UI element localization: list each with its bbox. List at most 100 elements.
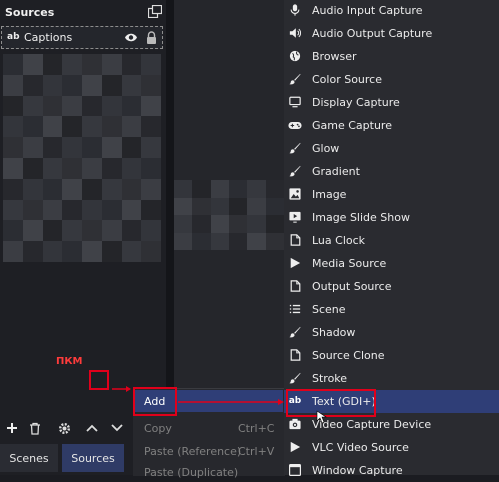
pixel-block <box>62 199 82 221</box>
submenu-item-scene[interactable]: Scene <box>284 298 499 321</box>
source-properties-button[interactable] <box>55 418 73 438</box>
pixel-block <box>121 199 142 221</box>
pixel-block <box>101 220 122 242</box>
lock-icon[interactable] <box>146 31 157 44</box>
move-down-button[interactable] <box>108 418 126 438</box>
plus-icon <box>7 423 17 433</box>
brush-icon <box>288 371 302 385</box>
pixel-block <box>265 215 284 233</box>
submenu-item-source-clone[interactable]: Source Clone <box>284 344 499 367</box>
pixel-block <box>42 199 63 221</box>
submenu-item-vlc-video-source[interactable]: VLC Video Source <box>284 436 499 459</box>
brush-icon <box>288 72 302 86</box>
remove-source-button[interactable] <box>26 418 44 438</box>
submenu-item-browser[interactable]: Browser <box>284 45 499 68</box>
pixel-block <box>121 54 142 75</box>
pixel-block <box>121 157 142 179</box>
tab-scenes[interactable]: Scenes <box>0 444 58 472</box>
submenu-item-audio-output-capture[interactable]: Audio Output Capture <box>284 22 499 45</box>
pixel-block <box>101 178 122 200</box>
context-copy[interactable]: Copy <box>144 422 172 435</box>
pixel-block <box>121 137 142 158</box>
submenu-item-audio-input-capture[interactable]: Audio Input Capture <box>284 0 499 22</box>
pixel-block <box>82 74 102 96</box>
pixel-block <box>141 116 161 138</box>
submenu-item-label: Color Source <box>312 73 382 86</box>
pixel-block <box>192 180 211 198</box>
pixel-block <box>22 54 43 75</box>
pixel-block <box>141 74 161 96</box>
pixel-block <box>82 54 102 75</box>
pixel-block <box>82 199 102 221</box>
pixel-block <box>210 215 229 233</box>
pixel-block <box>42 137 63 158</box>
pixel-block <box>192 197 211 215</box>
pixel-block <box>101 137 122 158</box>
pixel-block <box>192 215 211 233</box>
pixel-block <box>229 215 248 233</box>
add-source-button[interactable] <box>3 418 21 438</box>
pixel-block <box>121 95 142 117</box>
visibility-eye-icon[interactable] <box>124 32 138 43</box>
tab-sources[interactable]: Sources <box>62 444 124 472</box>
pixel-block <box>22 95 43 117</box>
move-up-button[interactable] <box>83 418 101 438</box>
pixel-block <box>229 197 248 215</box>
submenu-item-image-slide-show[interactable]: Image Slide Show <box>284 206 499 229</box>
submenu-item-shadow[interactable]: Shadow <box>284 321 499 344</box>
source-item-captions[interactable]: ab Captions <box>1 26 163 49</box>
pixel-block <box>121 178 142 200</box>
globe-icon <box>288 49 302 63</box>
submenu-item-label: Media Source <box>312 257 387 270</box>
undock-icon[interactable] <box>148 5 162 18</box>
submenu-item-image[interactable]: Image <box>284 183 499 206</box>
annotation-label: ПКМ <box>56 356 83 367</box>
submenu-item-game-capture[interactable]: Game Capture <box>284 114 499 137</box>
file-icon <box>288 348 302 362</box>
context-paste-reference[interactable]: Paste (Reference) <box>144 445 241 458</box>
submenu-item-stroke[interactable]: Stroke <box>284 367 499 390</box>
submenu-item-lua-clock[interactable]: Lua Clock <box>284 229 499 252</box>
file-icon <box>288 233 302 247</box>
pixel-block <box>141 137 161 158</box>
pixelated-canvas-region <box>174 180 284 250</box>
annotation-add-highlight <box>133 387 177 416</box>
play-icon <box>288 256 302 270</box>
submenu-item-media-source[interactable]: Media Source <box>284 252 499 275</box>
submenu-item-output-source[interactable]: Output Source <box>284 275 499 298</box>
pixel-block <box>192 232 211 250</box>
pixel-block <box>82 178 102 200</box>
pixel-block <box>22 199 43 221</box>
context-paste-duplicate[interactable]: Paste (Duplicate) <box>144 466 238 479</box>
speaker-icon <box>288 26 302 40</box>
pixel-block <box>82 137 102 158</box>
context-paste-reference-shortcut: Ctrl+V <box>238 445 275 458</box>
list-icon <box>288 302 302 316</box>
monitor-icon <box>288 95 302 109</box>
submenu-item-label: Image Slide Show <box>312 211 410 224</box>
annotation-click-marker <box>89 370 109 390</box>
pixel-block <box>3 220 23 242</box>
source-item-label: Captions <box>24 31 73 44</box>
pixel-block <box>3 137 23 158</box>
pixel-block <box>121 220 142 242</box>
gear-icon <box>58 422 70 434</box>
pixel-block <box>82 116 102 138</box>
submenu-item-glow[interactable]: Glow <box>284 137 499 160</box>
pixel-block <box>101 157 122 179</box>
submenu-item-color-source[interactable]: Color Source <box>284 68 499 91</box>
submenu-item-gradient[interactable]: Gradient <box>284 160 499 183</box>
play-icon <box>288 440 302 454</box>
pixel-block <box>174 232 193 250</box>
chevron-up-icon <box>86 424 98 432</box>
submenu-item-label: Browser <box>312 50 357 63</box>
submenu-item-label: Shadow <box>312 326 356 339</box>
slideshow-icon <box>288 210 302 224</box>
gamepad-icon <box>288 118 302 132</box>
pixel-block <box>210 197 229 215</box>
submenu-item-window-capture[interactable]: Window Capture <box>284 459 499 482</box>
pixel-block <box>174 180 193 198</box>
submenu-item-display-capture[interactable]: Display Capture <box>284 91 499 114</box>
pixel-block <box>3 157 23 179</box>
pixel-block <box>101 74 122 96</box>
